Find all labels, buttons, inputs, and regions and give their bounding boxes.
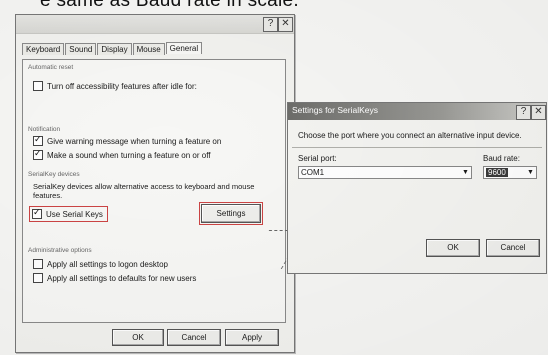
- close-icon[interactable]: ✕: [278, 17, 293, 32]
- accessibility-dialog: ? ✕ Keyboard Sound Display Mouse General Aut…: [15, 14, 295, 353]
- group-label-administrative: Administrative options: [28, 247, 92, 254]
- serialkeys-cancel-button[interactable]: Cancel: [486, 239, 540, 257]
- tab-strip: Keyboard Sound Display Mouse General: [22, 42, 203, 59]
- make-sound-label: Make a sound when turning a feature on o…: [47, 150, 211, 160]
- group-label-notification: Notification: [28, 126, 61, 133]
- logon-desktop-label: Apply all settings to logon desktop: [47, 259, 168, 269]
- tab-general[interactable]: General: [165, 42, 203, 54]
- baud-rate-value: 9600: [486, 168, 508, 177]
- use-serial-keys-checkbox[interactable]: Use Serial Keys: [29, 206, 108, 222]
- checkbox-box[interactable]: [33, 273, 43, 283]
- cancel-button[interactable]: Cancel: [167, 329, 221, 346]
- serialkey-description: SerialKey devices allow alternative acce…: [33, 182, 255, 200]
- serialkeys-dialog: Settings for SerialKeys ? ✕ Choose the p…: [287, 102, 547, 274]
- serialkeys-titlebar: Settings for SerialKeys ? ✕: [288, 103, 546, 120]
- checkbox-box[interactable]: [33, 259, 43, 269]
- help-icon[interactable]: ?: [263, 17, 278, 32]
- warning-message-label: Give warning message when turning a feat…: [47, 136, 222, 146]
- checkbox-box[interactable]: [33, 81, 43, 91]
- serialkeys-ok-button[interactable]: OK: [426, 239, 480, 257]
- checkbox-box-checked[interactable]: [33, 148, 43, 160]
- tab-display[interactable]: Display: [97, 43, 132, 55]
- tab-mouse[interactable]: Mouse: [132, 43, 165, 55]
- turn-off-idle-checkbox[interactable]: Turn off accessibility features after id…: [33, 81, 197, 91]
- help-icon[interactable]: ?: [516, 105, 531, 120]
- ok-button[interactable]: OK: [112, 329, 164, 346]
- checkbox-box-checked[interactable]: [32, 207, 42, 219]
- settings-button[interactable]: Settings: [199, 202, 263, 225]
- serialkeys-title: Settings for SerialKeys: [292, 105, 378, 115]
- accessibility-titlebar: ? ✕: [16, 15, 294, 34]
- serial-port-value: COM1: [301, 168, 325, 177]
- serial-port-select[interactable]: COM1 ▼: [298, 166, 472, 179]
- tab-sound[interactable]: Sound: [65, 43, 97, 55]
- serial-port-label: Serial port:: [298, 154, 337, 163]
- make-sound-checkbox[interactable]: Make a sound when turning a feature on o…: [33, 148, 211, 160]
- turn-off-idle-label: Turn off accessibility features after id…: [47, 81, 197, 91]
- defaults-new-users-label: Apply all settings to defaults for new u…: [47, 273, 197, 283]
- group-label-automatic-reset: Automatic reset: [28, 64, 74, 71]
- apply-button[interactable]: Apply: [225, 329, 279, 346]
- group-label-serialkey: SerialKey devices: [28, 171, 80, 178]
- close-icon[interactable]: ✕: [531, 105, 546, 120]
- chevron-down-icon[interactable]: ▼: [526, 167, 535, 178]
- checkbox-box-checked[interactable]: [33, 134, 43, 146]
- use-serial-keys-label: Use Serial Keys: [46, 209, 103, 219]
- chevron-down-icon[interactable]: ▼: [461, 167, 470, 178]
- serialkeys-instruction: Choose the port where you connect an alt…: [298, 131, 522, 140]
- warning-message-checkbox[interactable]: Give warning message when turning a feat…: [33, 134, 222, 146]
- baud-rate-label: Baud rate:: [483, 154, 520, 163]
- defaults-new-users-checkbox[interactable]: Apply all settings to defaults for new u…: [33, 273, 196, 283]
- tab-keyboard[interactable]: Keyboard: [22, 43, 65, 55]
- baud-rate-select[interactable]: 9600 ▼: [483, 166, 537, 179]
- logon-desktop-checkbox[interactable]: Apply all settings to logon desktop: [33, 259, 168, 269]
- caption-text: e same as Baud rate in scale.: [40, 0, 300, 11]
- separator: [292, 147, 542, 148]
